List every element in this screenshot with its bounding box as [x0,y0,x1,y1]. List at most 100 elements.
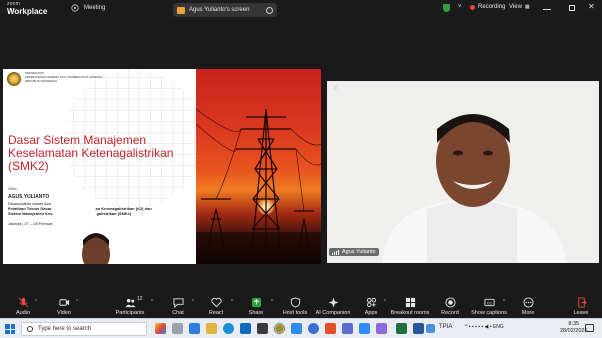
task-view-icon[interactable] [172,323,183,334]
security-shield-icon[interactable] [443,4,450,12]
captions-options-caret[interactable]: ^ [503,299,505,305]
apps-icon [366,297,376,308]
meeting-info-icon [71,4,79,12]
clock-time: 8:35 [568,321,580,327]
leave-door-icon [577,297,587,308]
search-icon [27,326,33,332]
mail-icon[interactable] [240,323,251,334]
react-button[interactable]: React ^ [194,297,238,316]
audio-options-caret[interactable]: ^ [35,299,37,305]
meeting-stage: PERSENTASI KEMENTERIAN ENERGI DAN SUMBER… [0,20,602,294]
meeting-toolbar: Audio ^ Video ^ Participants 12 ^ Chat ^… [0,294,602,318]
slide-place-date: Jakarta | 27 – 28 Februar [8,221,53,226]
recording-indicator[interactable]: Recording [470,4,505,10]
slide-sunset-image [196,69,321,264]
participant-video-tile[interactable]: Remove pin Agus Yulianto [327,81,599,263]
word-icon[interactable] [413,323,424,334]
edge-icon[interactable] [223,323,234,334]
minimize-button[interactable] [543,4,551,10]
participant-name: Agus Yulianto [342,249,376,255]
show-captions-label: Show captions [471,310,507,316]
taskbar-app-icon[interactable] [155,323,166,334]
weather-icon[interactable] [426,324,435,333]
participants-options-caret[interactable]: ^ [151,299,153,305]
windows-start-button[interactable] [5,324,15,334]
excel-icon[interactable] [396,323,407,334]
apps-label: Apps [364,310,378,316]
record-icon [444,297,456,308]
logo-line-2: Workplace [7,7,48,16]
breakout-rooms-icon [405,297,415,308]
taskbar-clock[interactable]: 8:35 28/02/2025 [560,321,588,335]
outlook-icon[interactable] [189,323,200,334]
browser-icon[interactable] [308,323,319,334]
video-options-caret[interactable]: ^ [76,299,78,305]
chevron-down-icon[interactable]: ˅ [458,4,462,10]
microphone-muted-icon [18,297,28,308]
svg-text:CC: CC [486,301,492,305]
powerpoint-icon[interactable] [325,323,336,334]
record-label: Record [441,310,459,316]
pin-icon [333,86,338,92]
view-options-icon[interactable] [266,6,273,14]
chat-label: Chat [172,310,184,316]
more-icon [522,297,534,308]
share-button[interactable]: Share ^ [234,297,278,316]
taskbar-search-box[interactable]: Type here to search [21,322,147,336]
close-button[interactable]: ✕ [588,3,596,11]
react-options-caret[interactable]: ^ [231,299,233,305]
tray-icons[interactable]: ^ ▪ ▪ ▪ ▪ ▪ ◀ ▪ ENG [465,324,504,330]
ai-companion-label: AI Companion [315,310,351,316]
audio-button[interactable]: Audio ^ [1,297,45,316]
breakout-rooms-button[interactable]: Breakout rooms [386,297,434,316]
esdm-emblem-icon [7,72,21,86]
participants-label: Participants [115,310,145,316]
search-placeholder: Type here to search [38,326,92,332]
slide-description: Disampaikan dalam Aca Pelatihan Teknis D… [8,201,193,216]
screen-share-indicator[interactable]: Agus Yulianto's screen [173,3,277,17]
store-icon[interactable] [257,323,268,334]
view-options-icon: ▦ [524,4,530,10]
audio-label: Audio [15,310,31,316]
share-label: Agus Yulianto's screen [189,7,250,13]
leave-button[interactable]: Leave [559,297,602,316]
heart-smile-icon [210,297,222,308]
participants-button[interactable]: Participants 12 ^ [108,296,154,316]
chat-bubble-icon [172,298,184,308]
more-label: More [521,310,535,316]
chrome-icon[interactable] [274,323,285,334]
app-icon[interactable] [376,323,387,334]
share-label: Share [248,310,264,316]
transmission-tower-image [196,108,321,260]
notification-icon[interactable] [585,324,594,332]
video-label: Video [57,310,71,316]
slide-line: galistrikan (SMK2) [96,211,132,216]
breakout-rooms-label: Breakout rooms [390,310,430,316]
signal-bars-icon [332,249,339,255]
teams-icon[interactable] [342,323,353,334]
file-explorer-icon[interactable] [206,323,217,334]
slide-line: Sistem Manajemen Kes [8,211,53,216]
remove-pin-button[interactable]: Remove pin [333,86,370,92]
maximize-button[interactable] [569,5,575,11]
zoom-title-bar: zoom Workplace Meeting Agus Yulianto's s… [0,0,602,20]
agency-header: PERSENTASI KEMENTERIAN ENERGI DAN SUMBER… [25,71,102,83]
sparkle-icon [327,297,339,308]
slide-title: Dasar Sistem Manajemen Keselamatan Keten… [8,133,174,173]
participants-count: 12 [137,296,143,302]
share-screen-icon [177,6,185,14]
tray-label[interactable]: TPIA [439,324,452,330]
onedrive-icon[interactable] [291,323,302,334]
remove-pin-label: Remove pin [341,86,371,92]
video-button[interactable]: Video ^ [42,297,86,316]
more-button[interactable]: More [506,297,550,316]
windows-taskbar: Type here to search TPIA ^ ▪ ▪ ▪ ▪ ▪ ◀ ▪… [0,318,602,338]
host-tools-label: Host tools [282,310,308,316]
recording-label: Recording [478,4,506,10]
presenter-video-overlay [82,233,110,264]
view-menu[interactable]: View ▦ [509,4,530,10]
shared-screen-slide: PERSENTASI KEMENTERIAN ENERGI DAN SUMBER… [3,69,321,264]
slide-by-label: Oleh: [8,186,18,191]
zoom-app-icon[interactable] [359,323,370,334]
meeting-menu[interactable]: Meeting [71,4,105,12]
